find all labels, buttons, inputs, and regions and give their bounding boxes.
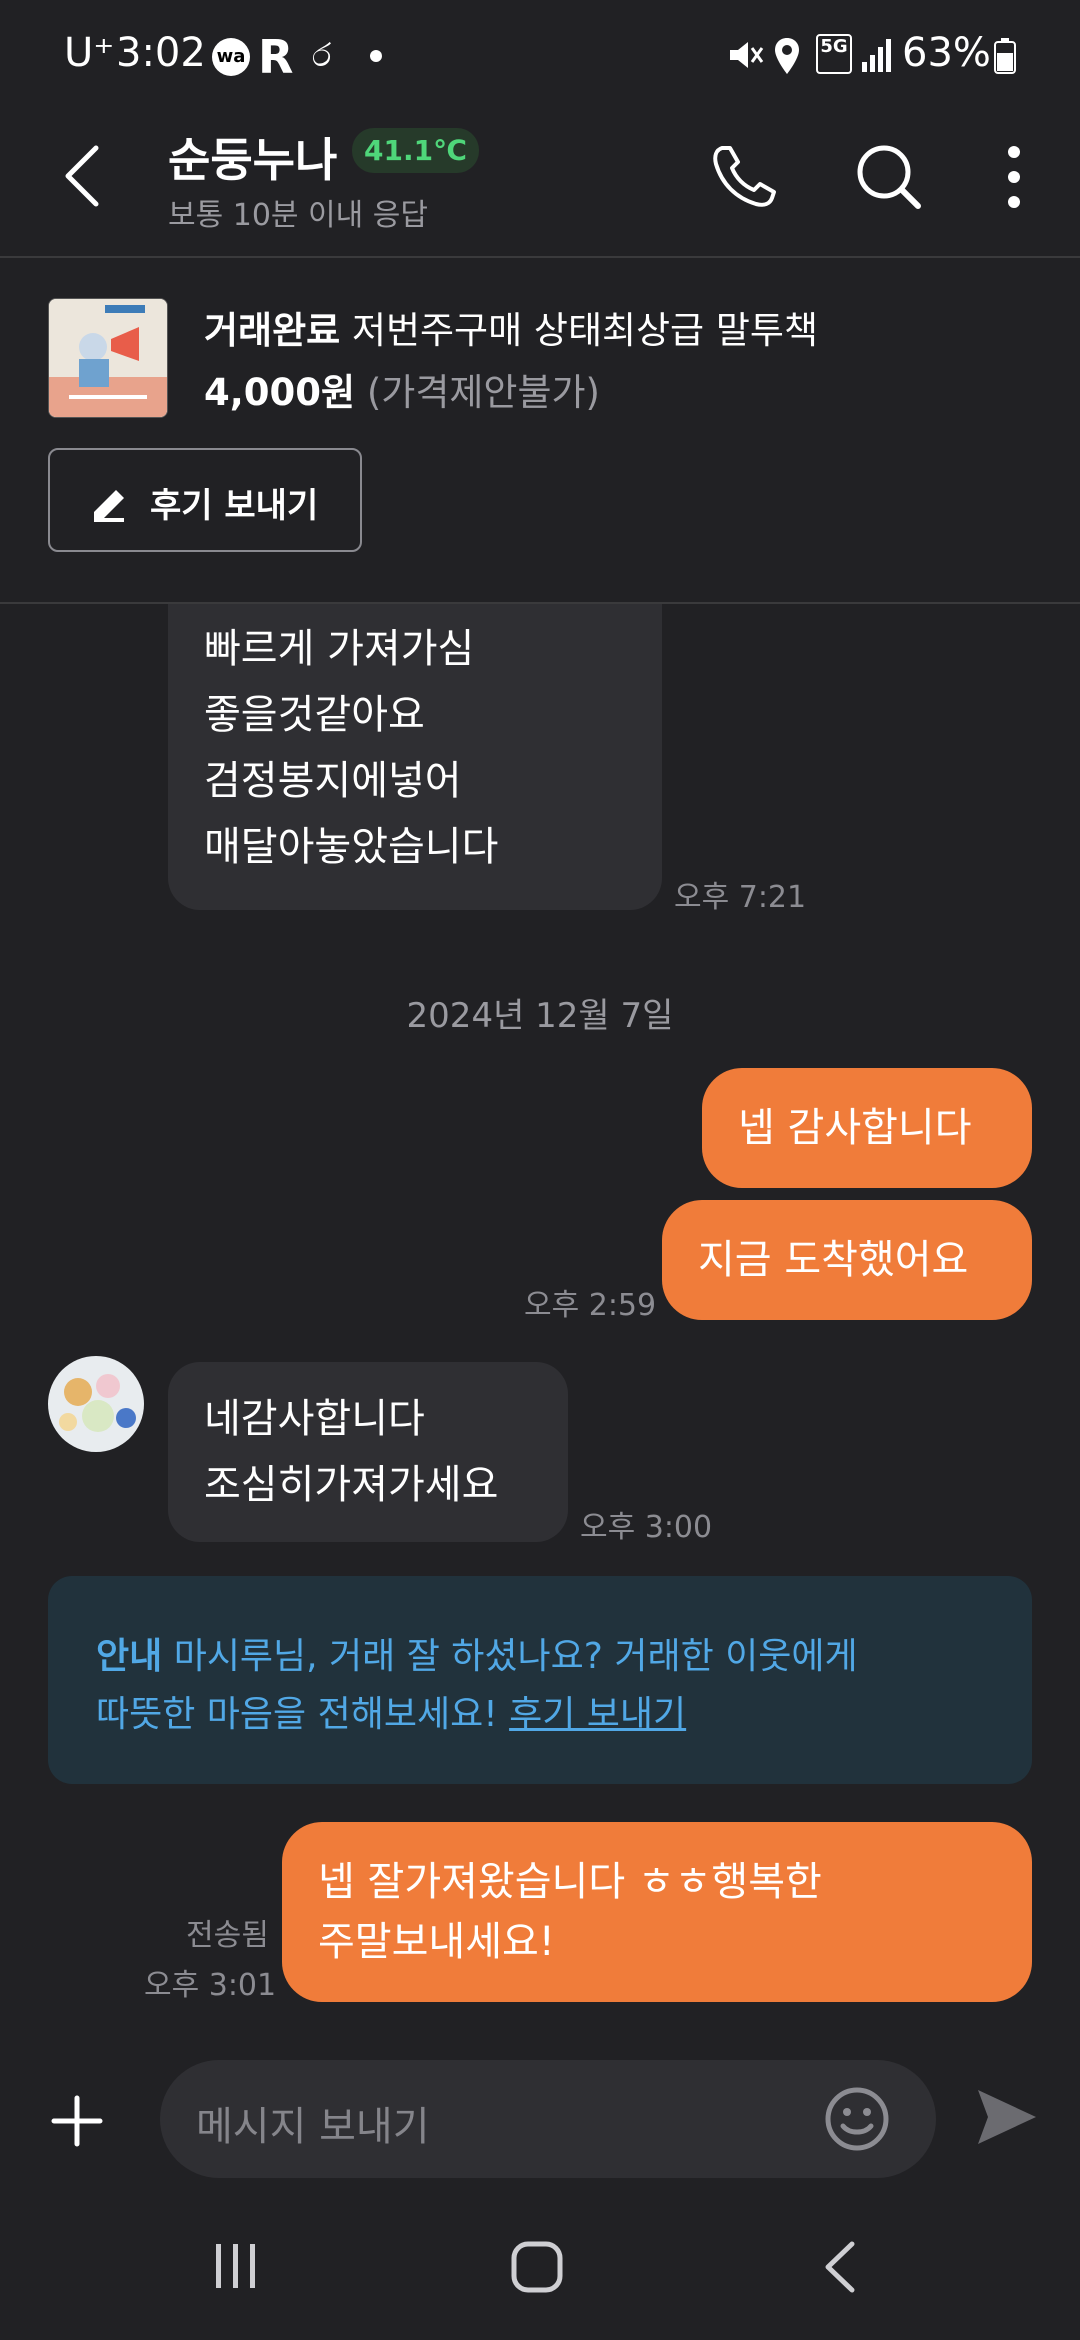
r-app-icon: R xyxy=(258,30,294,84)
notice-text: 따뜻한 마음을 전해보세요! xyxy=(96,1694,510,1735)
message-line: 주말보내세요! xyxy=(318,1919,555,1965)
emoji-icon[interactable] xyxy=(824,2086,890,2152)
notice-review-link[interactable]: 후기 보내기 xyxy=(509,1694,686,1735)
outgoing-message-bubble[interactable]: 지금 도착했어요 xyxy=(662,1200,1032,1320)
review-button-label: 후기 보내기 xyxy=(150,486,319,526)
product-price: 4,000원 xyxy=(204,371,356,414)
product-title-line: 거래완료 저번주구매 상태최상급 말투책 xyxy=(204,300,818,354)
price-note: (가격제안불가) xyxy=(366,371,600,414)
nav-back-icon[interactable] xyxy=(820,2240,860,2294)
message-line: 네감사합니다 xyxy=(204,1396,425,1442)
notice-label: 안내 xyxy=(96,1636,163,1677)
phone-icon[interactable] xyxy=(708,140,780,212)
network-5g-icon: 5G xyxy=(816,34,852,74)
message-line: 빠르게 가져가심 xyxy=(204,626,475,672)
message-input[interactable]: 메시지 보내기 xyxy=(160,2060,936,2178)
incoming-message-bubble[interactable]: 네감사합니다 조심히가져가세요 xyxy=(168,1362,568,1542)
product-title: 저번주구매 상태최상급 말투책 xyxy=(351,309,818,352)
location-icon xyxy=(775,38,799,74)
notice-text: 마시루님, 거래 잘 하셨나요? 거래한 이웃에게 xyxy=(162,1636,858,1677)
message-line: 좋을것같아요 xyxy=(204,692,425,738)
chat-header: 순둥누나 41.1℃ 보통 10분 이내 응답 xyxy=(0,112,1080,258)
message-line: 조심히가져가세요 xyxy=(204,1462,499,1508)
back-arrow-icon[interactable] xyxy=(58,140,106,212)
wavve-icon: wa xyxy=(212,38,250,76)
message-timestamp: 오후 2:59 xyxy=(524,1288,657,1323)
incoming-message-bubble[interactable]: 빠르게 가져가심 좋을것같아요 검정봉지에넣어 매달아놓았습니다 xyxy=(168,604,662,910)
home-icon[interactable] xyxy=(510,2240,564,2294)
message-line: 넵 잘가져왔습니다 ㅎㅎ행복한 xyxy=(318,1859,822,1905)
message-line: 매달아놓았습니다 xyxy=(204,824,499,870)
pencil-icon xyxy=(94,490,124,522)
product-thumbnail[interactable] xyxy=(48,298,168,418)
search-icon[interactable] xyxy=(852,140,924,212)
system-navigation-bar xyxy=(0,2194,1080,2340)
battery-icon xyxy=(994,38,1016,74)
send-icon[interactable] xyxy=(974,2084,1040,2150)
trade-status: 거래완료 xyxy=(204,309,341,352)
write-review-button[interactable]: 후기 보내기 xyxy=(48,448,362,552)
more-options-icon[interactable] xyxy=(1004,142,1024,212)
flame-icon: ර xyxy=(312,36,332,74)
message-line: 검정봉지에넣어 xyxy=(204,758,462,804)
message-input-placeholder: 메시지 보내기 xyxy=(196,2104,430,2150)
recent-apps-icon[interactable] xyxy=(210,2240,262,2292)
product-card[interactable]: 거래완료 저번주구매 상태최상급 말투책 4,000원 (가격제안불가) 후기 … xyxy=(0,256,1080,604)
outgoing-message-bubble[interactable]: 넵 잘가져왔습니다 ㅎㅎ행복한 주말보내세요! xyxy=(282,1822,1032,2002)
status-bar: U⁺ 3:02 wa R ර 5G 63% xyxy=(0,0,1080,112)
mute-icon xyxy=(730,42,764,68)
product-price-line: 4,000원 (가격제안불가) xyxy=(204,362,600,416)
signal-icon xyxy=(862,39,891,72)
message-timestamp: 오후 3:01 xyxy=(144,1968,277,2003)
review-notice-banner: 안내 마시루님, 거래 잘 하셨나요? 거래한 이웃에게 따뜻한 마음을 전해보… xyxy=(48,1576,1032,1784)
battery-percent: 63% xyxy=(902,30,991,76)
plus-icon[interactable] xyxy=(50,2094,104,2148)
message-timestamp: 오후 7:21 xyxy=(674,880,807,915)
manner-temperature-badge: 41.1℃ xyxy=(352,128,479,173)
outgoing-message-bubble[interactable]: 넵 감사합니다 xyxy=(702,1068,1032,1188)
delivery-status: 전송됨 xyxy=(186,1918,269,1953)
dot-icon xyxy=(370,50,382,62)
message-input-bar: 메시지 보내기 xyxy=(0,2044,1080,2194)
clock: 3:02 xyxy=(116,30,206,76)
date-divider: 2024년 12월 7일 xyxy=(406,996,674,1036)
chat-messages[interactable]: 빠르게 가져가심 좋을것같아요 검정봉지에넣어 매달아놓았습니다 오후 7:21… xyxy=(0,604,1080,2044)
response-time-label: 보통 10분 이내 응답 xyxy=(168,198,428,233)
message-timestamp: 오후 3:00 xyxy=(580,1510,713,1545)
avatar[interactable] xyxy=(48,1356,144,1452)
seller-name[interactable]: 순둥누나 xyxy=(168,124,337,190)
carrier-label: U⁺ xyxy=(64,30,115,76)
